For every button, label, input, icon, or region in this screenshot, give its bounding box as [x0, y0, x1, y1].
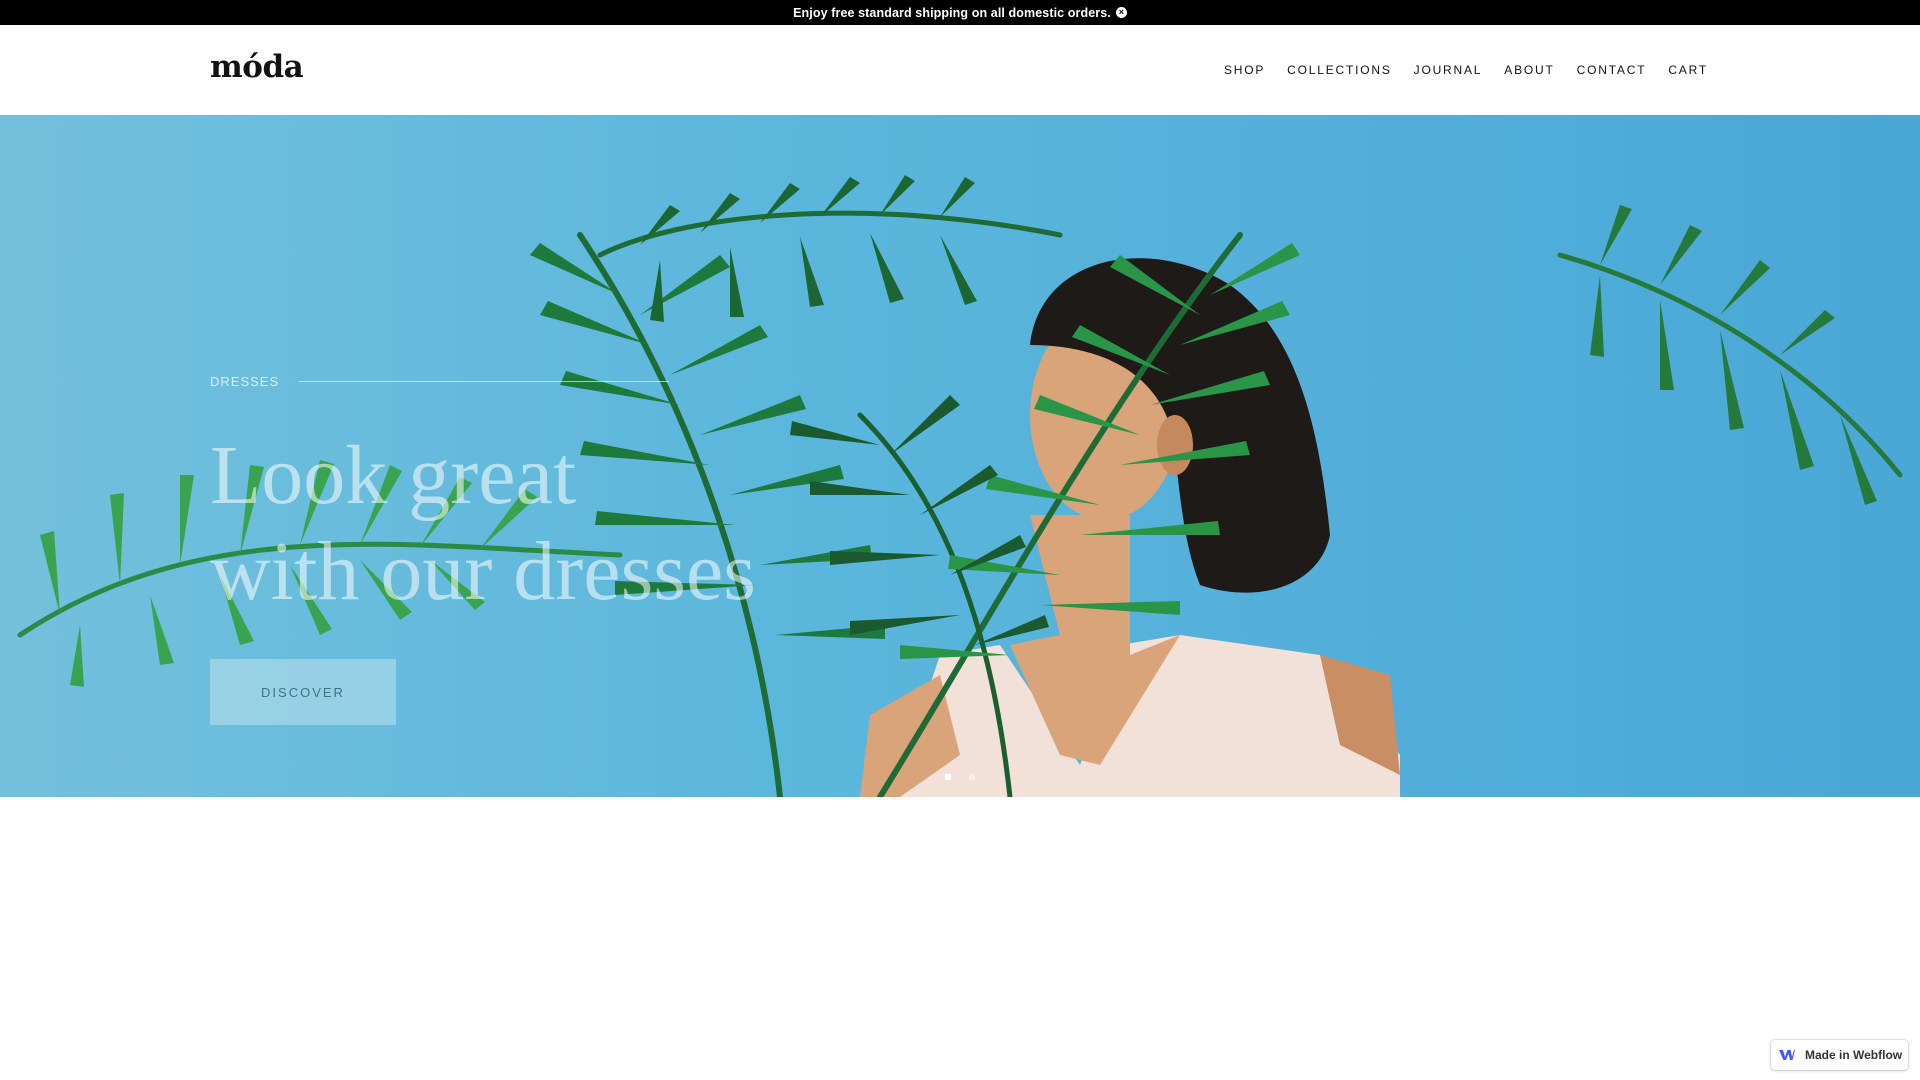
- hero-headline-line-2: with our dresses: [210, 525, 756, 618]
- site-header: móda SHOP COLLECTIONS JOURNAL ABOUT CONT…: [0, 25, 1920, 115]
- logo[interactable]: móda: [210, 49, 304, 85]
- hero-eyebrow: DRESSES: [210, 374, 670, 389]
- nav-contact[interactable]: CONTACT: [1577, 63, 1647, 77]
- nav-journal[interactable]: JOURNAL: [1414, 63, 1483, 77]
- hero-content: DRESSES Look great with our dresses DISC…: [210, 115, 1010, 797]
- slide-dot-2[interactable]: [969, 774, 975, 780]
- nav-shop[interactable]: SHOP: [1224, 63, 1265, 77]
- hero-slider: DRESSES Look great with our dresses DISC…: [0, 115, 1920, 797]
- webflow-badge[interactable]: Made in Webflow: [1771, 1040, 1908, 1070]
- slider-nav: [945, 774, 975, 780]
- announcement-bar: Enjoy free standard shipping on all dome…: [0, 0, 1920, 25]
- nav-collections[interactable]: COLLECTIONS: [1287, 63, 1392, 77]
- eyebrow-divider: [299, 381, 670, 382]
- hero-headline-line-1: Look great: [210, 429, 577, 522]
- discover-button[interactable]: DISCOVER: [210, 659, 396, 725]
- announcement-text: Enjoy free standard shipping on all dome…: [793, 5, 1111, 20]
- hero-headline: Look great with our dresses: [210, 428, 756, 620]
- slide-dot-1[interactable]: [945, 774, 951, 780]
- hero-eyebrow-label: DRESSES: [210, 374, 280, 389]
- webflow-badge-label: Made in Webflow: [1805, 1048, 1903, 1062]
- main-nav: SHOP COLLECTIONS JOURNAL ABOUT CONTACT C…: [1224, 63, 1708, 77]
- webflow-icon: [1779, 1050, 1795, 1060]
- nav-cart[interactable]: CART: [1668, 63, 1708, 77]
- nav-about[interactable]: ABOUT: [1504, 63, 1554, 77]
- close-icon[interactable]: ×: [1115, 7, 1127, 18]
